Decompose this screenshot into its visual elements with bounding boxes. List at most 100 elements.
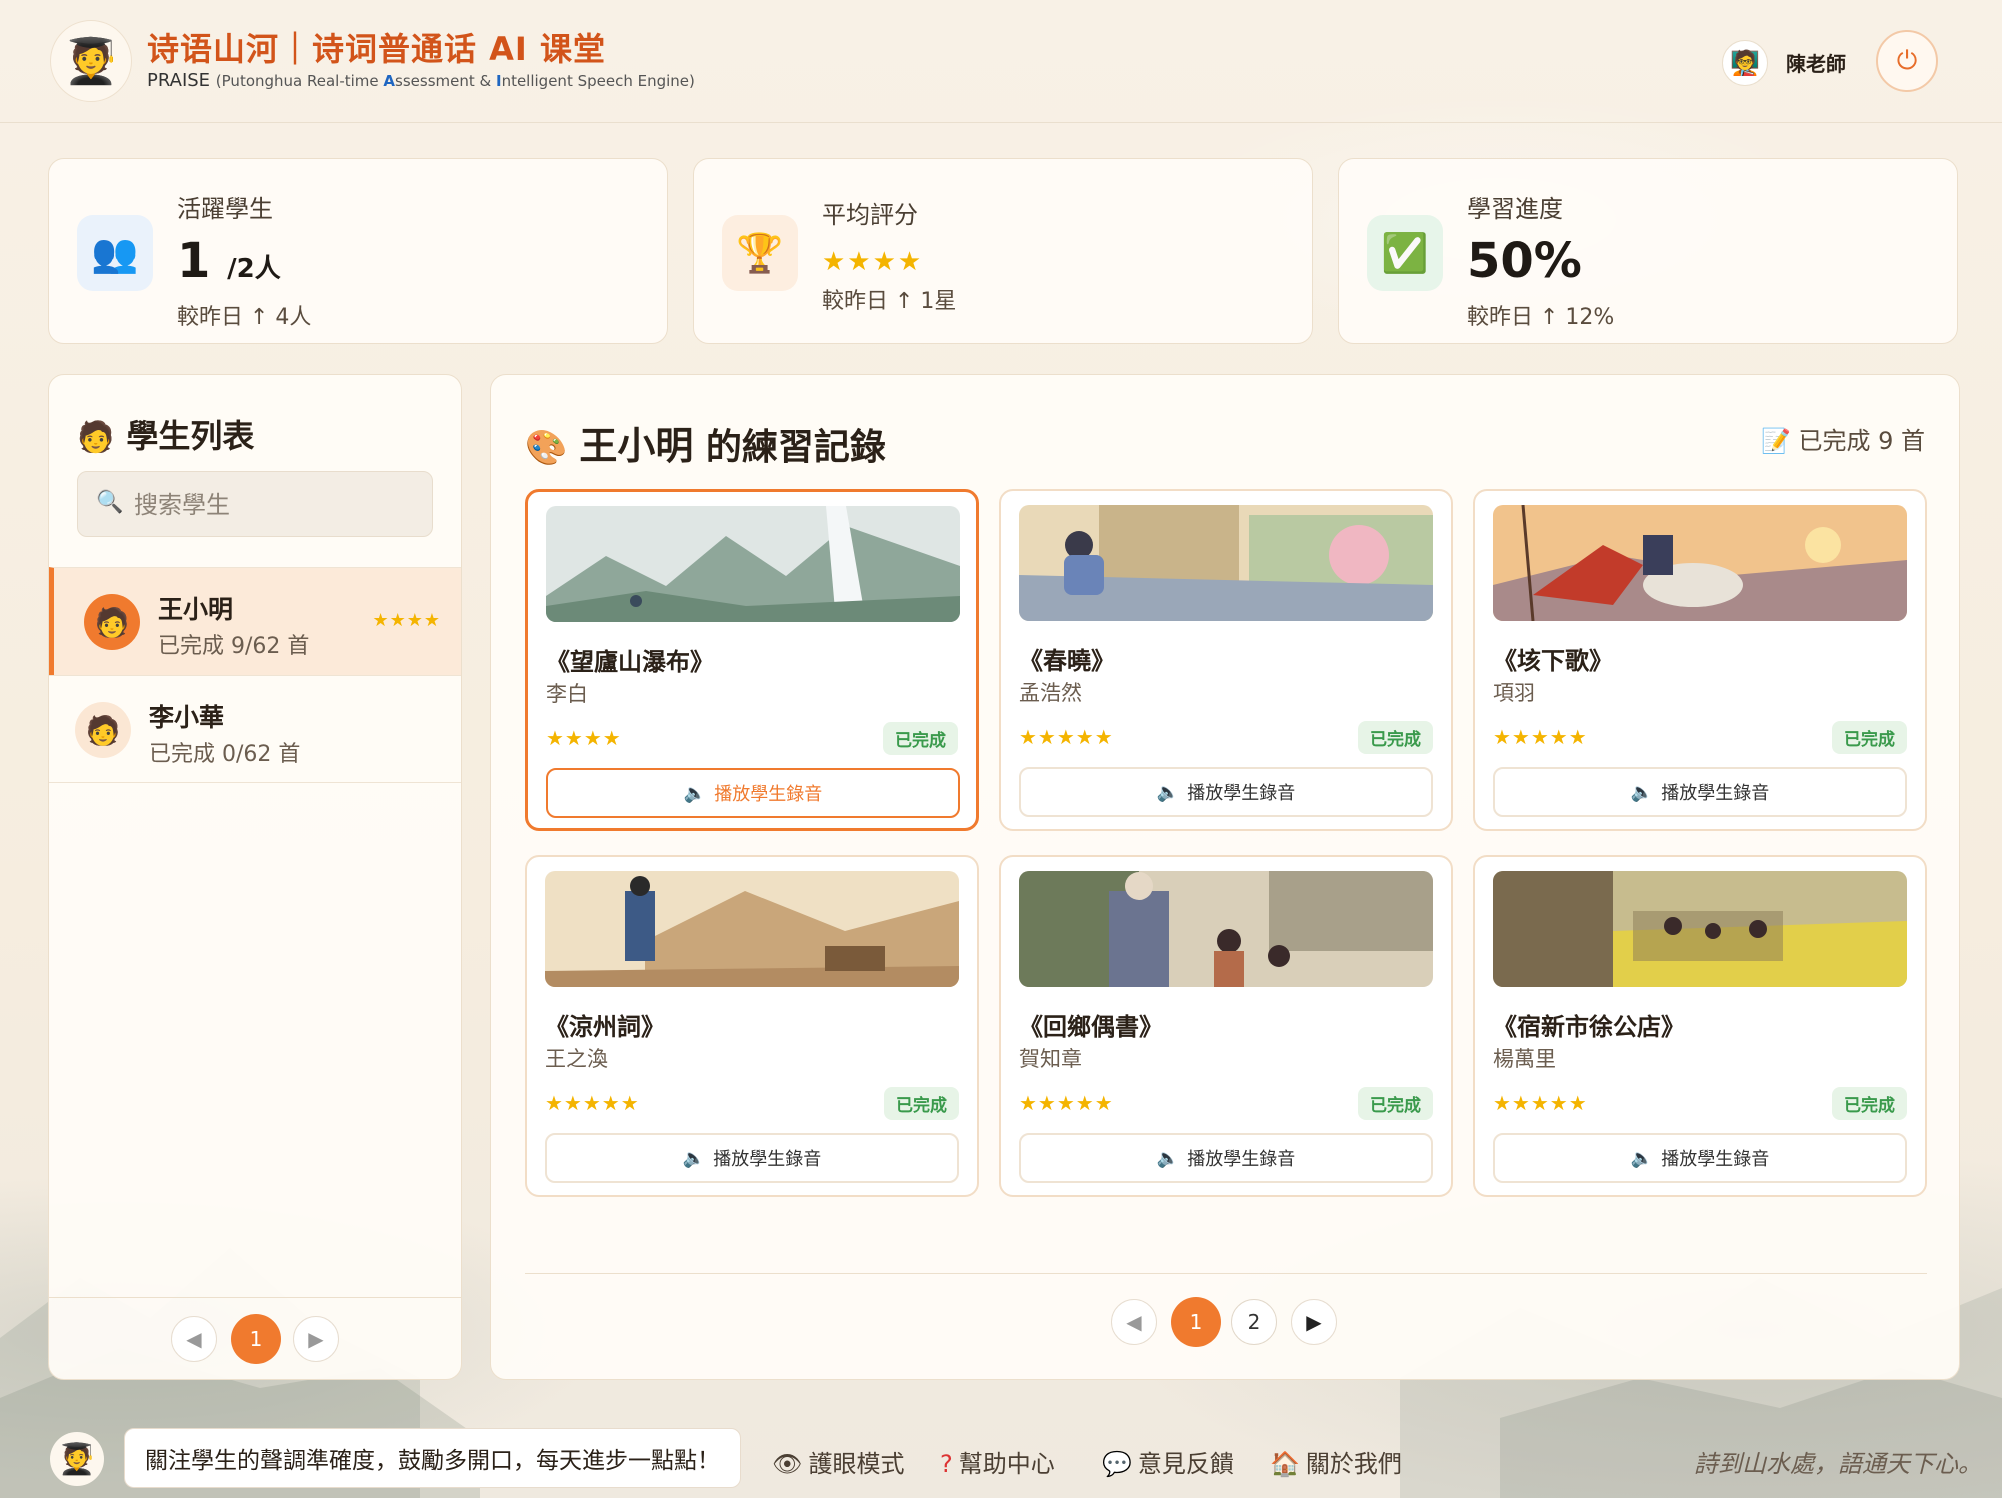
- poem-card[interactable]: 《望廬山瀑布》 李白 ★★★★ 已完成 🔈 播放學生錄音: [525, 489, 979, 831]
- poem-illustration-horseman: [1493, 505, 1907, 621]
- speaker-icon: 🔈: [1630, 781, 1654, 803]
- student-row[interactable]: 🧑 李小華 已完成 0/62 首: [49, 675, 461, 783]
- user-name[interactable]: 陳老師: [1786, 48, 1846, 77]
- poem-title: 《垓下歌》: [1493, 647, 1613, 675]
- question-icon: ?: [940, 1450, 953, 1478]
- speaker-icon: 🔈: [1156, 781, 1180, 803]
- avatar: 🧑: [84, 594, 140, 650]
- records-title: 🎨 王小明 的練習記錄: [525, 424, 886, 468]
- people-icon: 👥: [77, 215, 153, 291]
- stat-value: 50%: [1467, 233, 1582, 289]
- about-us-link[interactable]: 🏠 關於我們: [1270, 1444, 1402, 1479]
- play-recording-button[interactable]: 🔈 播放學生錄音: [1019, 1133, 1433, 1183]
- prev-page-button[interactable]: ◀: [171, 1316, 217, 1362]
- trophy-icon: 🏆: [722, 215, 798, 291]
- poem-author: 王之渙: [545, 1047, 608, 1071]
- search-input[interactable]: [132, 484, 426, 526]
- help-center-link[interactable]: ? 幫助中心: [940, 1444, 1055, 1479]
- poem-title: 《春曉》: [1019, 647, 1115, 675]
- poem-card[interactable]: 《宿新市徐公店》 楊萬里 ★★★★★ 已完成 🔈 播放學生錄音: [1473, 855, 1927, 1197]
- poem-illustration-waterfall: [546, 506, 960, 622]
- check-icon: ✅: [1367, 215, 1443, 291]
- status-badge: 已完成: [1832, 721, 1907, 754]
- poem-illustration-rapeseed-field: [1493, 871, 1907, 987]
- eye-icon: 👁: [772, 1450, 803, 1478]
- student-progress: 已完成 9/62 首: [158, 634, 310, 659]
- app-title: 诗语山河｜诗词普通话 AI 课堂: [147, 30, 606, 68]
- tip-message: 關注學生的聲調準確度，鼓勵多開口，每天進步一點點！: [124, 1428, 741, 1488]
- footer-slogan: 詩到山水處，語通天下心。: [1694, 1450, 1982, 1478]
- search-icon: 🔍: [96, 490, 124, 515]
- poem-author: 賀知章: [1019, 1047, 1082, 1071]
- avatar: 🧑: [75, 702, 131, 758]
- poem-card[interactable]: 《春曉》 孟浩然 ★★★★★ 已完成 🔈 播放學生錄音: [999, 489, 1453, 831]
- student-name: 王小明: [158, 595, 234, 624]
- prev-page-button[interactable]: ◀: [1111, 1299, 1157, 1345]
- logout-button[interactable]: ⏻: [1876, 30, 1938, 92]
- speaker-icon: 🔈: [683, 782, 707, 804]
- stat-value: 1 /2人: [177, 233, 281, 289]
- poem-stars: ★★★★★: [545, 1091, 640, 1115]
- stat-card-average-score: 🏆 平均評分 ★★★★ 較昨日 ↑ 1星: [693, 158, 1313, 344]
- poem-illustration-homecoming: [1019, 871, 1433, 987]
- stat-label: 平均評分: [822, 201, 918, 229]
- student-stars: ★★★★: [372, 610, 441, 631]
- stat-delta: 較昨日 ↑ 1星: [822, 289, 957, 314]
- play-recording-button[interactable]: 🔈 播放學生錄音: [546, 768, 960, 818]
- next-page-button[interactable]: ▶: [293, 1316, 339, 1362]
- page-1-button[interactable]: 1: [1171, 1297, 1221, 1347]
- eye-care-mode-link[interactable]: 👁 護眼模式: [772, 1444, 904, 1479]
- student-list-panel: 🧑學生列表 🔍 🧑 王小明 已完成 9/62 首 ★★★★ 🧑 李小華 已完成 …: [48, 374, 462, 1380]
- poem-author: 楊萬里: [1493, 1047, 1556, 1071]
- poem-title: 《望廬山瀑布》: [546, 648, 714, 676]
- stat-card-active-students: 👥 活躍學生 1 /2人 較昨日 ↑ 4人: [48, 158, 668, 344]
- completed-count: 📝 已完成 9 首: [1760, 427, 1925, 455]
- stat-delta: 較昨日 ↑ 4人: [177, 305, 312, 330]
- speaker-icon: 🔈: [682, 1147, 706, 1169]
- poem-stars: ★★★★★: [1019, 1091, 1114, 1115]
- stat-label: 活躍學生: [177, 195, 273, 223]
- student-pagination: ◀ 1 ▶: [49, 1297, 461, 1379]
- poem-stars: ★★★★★: [1493, 1091, 1588, 1115]
- page-1-button[interactable]: 1: [231, 1314, 281, 1364]
- poem-author: 項羽: [1493, 681, 1535, 705]
- search-box[interactable]: 🔍: [77, 471, 433, 537]
- poem-illustration-desert-pass: [545, 871, 959, 987]
- palette-icon: 🎨: [525, 428, 568, 468]
- poem-title: 《回鄉偶書》: [1019, 1013, 1163, 1041]
- app-header: 🧑‍🎓 诗语山河｜诗词普通话 AI 课堂 PRAISE (Putonghua R…: [0, 0, 2002, 123]
- poem-illustration-spring-morning: [1019, 505, 1433, 621]
- divider: [525, 1273, 1927, 1274]
- status-badge: 已完成: [883, 722, 958, 755]
- poem-title: 《宿新市徐公店》: [1493, 1013, 1685, 1041]
- poem-card[interactable]: 《垓下歌》 項羽 ★★★★★ 已完成 🔈 播放學生錄音: [1473, 489, 1927, 831]
- feedback-link[interactable]: 💬 意見反饋: [1102, 1444, 1234, 1479]
- speaker-icon: 🔈: [1630, 1147, 1654, 1169]
- play-recording-button[interactable]: 🔈 播放學生錄音: [1493, 1133, 1907, 1183]
- student-row[interactable]: 🧑 王小明 已完成 9/62 首 ★★★★: [49, 567, 461, 675]
- status-badge: 已完成: [1358, 1087, 1433, 1120]
- play-recording-button[interactable]: 🔈 播放學生錄音: [1493, 767, 1907, 817]
- poem-author: 孟浩然: [1019, 681, 1082, 705]
- play-recording-button[interactable]: 🔈 播放學生錄音: [1019, 767, 1433, 817]
- memo-icon: 📝: [1760, 427, 1791, 455]
- house-icon: 🏠: [1270, 1450, 1300, 1478]
- app-subtitle: PRAISE (Putonghua Real-time Assessment &…: [147, 70, 695, 91]
- status-badge: 已完成: [1358, 721, 1433, 754]
- play-recording-button[interactable]: 🔈 播放學生錄音: [545, 1133, 959, 1183]
- poem-card[interactable]: 《涼州詞》 王之渙 ★★★★★ 已完成 🔈 播放學生錄音: [525, 855, 979, 1197]
- stat-stars: ★★★★: [822, 247, 924, 277]
- poem-author: 李白: [546, 682, 588, 706]
- app-logo: 🧑‍🎓: [50, 20, 132, 102]
- status-badge: 已完成: [884, 1087, 959, 1120]
- footer-logo: 🧑‍🎓: [50, 1432, 104, 1486]
- panel-title: 🧑 學生列表: [77, 417, 255, 455]
- student-progress: 已完成 0/62 首: [149, 742, 301, 767]
- poem-title: 《涼州詞》: [545, 1013, 665, 1041]
- next-page-button[interactable]: ▶: [1291, 1299, 1337, 1345]
- poem-card[interactable]: 《回鄉偶書》 賀知章 ★★★★★ 已完成 🔈 播放學生錄音: [999, 855, 1453, 1197]
- poem-stars: ★★★★: [546, 726, 622, 750]
- poem-stars: ★★★★★: [1019, 725, 1114, 749]
- page-2-button[interactable]: 2: [1231, 1299, 1277, 1345]
- user-avatar[interactable]: 🧑‍🏫: [1722, 40, 1768, 86]
